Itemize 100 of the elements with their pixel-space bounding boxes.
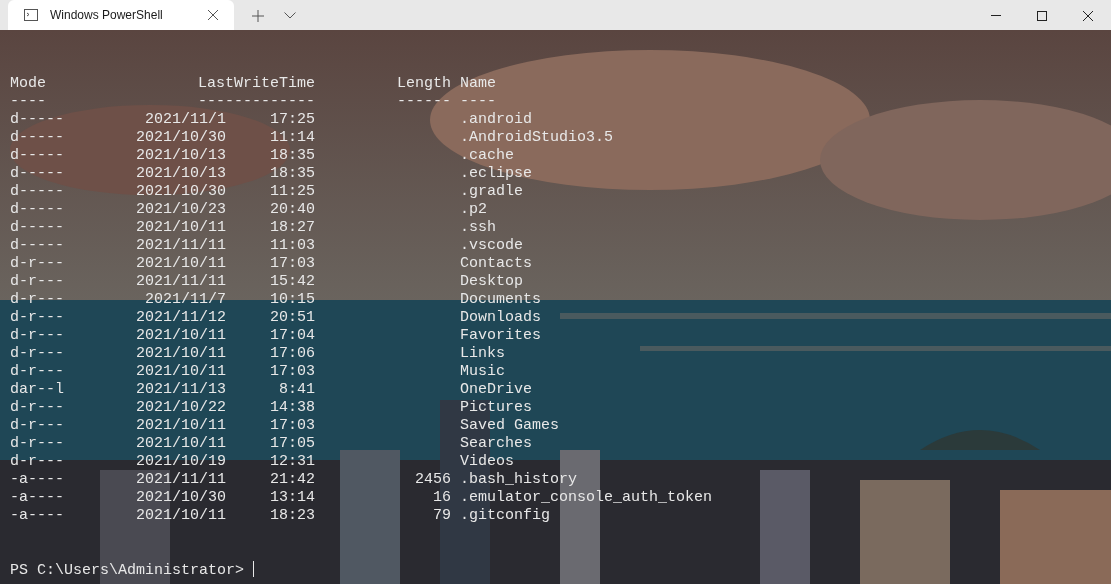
length-text: 79 xyxy=(432,507,451,525)
file-name: Documents xyxy=(460,291,542,309)
time-text: 11:03 xyxy=(269,237,315,255)
date-text: 2021/11/1 xyxy=(144,111,226,129)
minimize-icon xyxy=(991,15,1001,17)
date-text: 2021/11/12 xyxy=(135,309,226,327)
date-text: 2021/11/11 xyxy=(135,273,226,291)
file-name: .android xyxy=(460,111,533,129)
mode-text: d-r--- xyxy=(10,399,65,417)
tab[interactable]: Windows PowerShell xyxy=(8,0,234,30)
file-name: .gitconfig xyxy=(460,507,551,525)
file-name: .AndroidStudio3.5 xyxy=(460,129,615,147)
column-header: Mode xyxy=(10,75,47,93)
mode-text: d-r--- xyxy=(10,345,65,363)
date-text: 2021/11/7 xyxy=(144,291,226,309)
mode-text: d-r--- xyxy=(10,417,65,435)
file-name: .p2 xyxy=(460,201,488,219)
length-text: 16 xyxy=(432,489,451,507)
date-text: 2021/10/30 xyxy=(135,183,226,201)
date-text: 2021/10/11 xyxy=(135,255,226,273)
date-text: 2021/10/30 xyxy=(135,489,226,507)
mode-text: -a---- xyxy=(10,507,65,525)
file-name: Music xyxy=(460,363,506,381)
date-text: 2021/10/13 xyxy=(135,165,226,183)
terminal-icon xyxy=(24,9,38,21)
text-cursor xyxy=(253,561,255,577)
time-text: 8:41 xyxy=(278,381,315,399)
file-name: Videos xyxy=(460,453,515,471)
mode-text: d-r--- xyxy=(10,255,65,273)
time-text: 18:35 xyxy=(269,147,315,165)
time-text: 17:05 xyxy=(269,435,315,453)
time-text: 20:51 xyxy=(269,309,315,327)
mode-text: dar--l xyxy=(10,381,65,399)
time-text: 17:03 xyxy=(269,363,315,381)
file-name: Saved Games xyxy=(460,417,561,435)
file-name: .bash_history xyxy=(460,471,579,489)
mode-text: d-r--- xyxy=(10,327,65,345)
time-text: 11:14 xyxy=(269,129,315,147)
mode-text: d-r--- xyxy=(10,363,65,381)
header-underline: ------------- xyxy=(196,93,315,111)
file-name: .ssh xyxy=(460,219,497,237)
mode-text: d----- xyxy=(10,237,65,255)
mode-text: d-r--- xyxy=(10,453,65,471)
length-text: 2456 xyxy=(414,471,451,489)
date-text: 2021/10/11 xyxy=(135,345,226,363)
time-text: 17:03 xyxy=(269,417,315,435)
column-header: Length xyxy=(396,75,451,93)
date-text: 2021/10/13 xyxy=(135,147,226,165)
mode-text: -a---- xyxy=(10,471,65,489)
date-text: 2021/10/23 xyxy=(135,201,226,219)
file-name: .eclipse xyxy=(460,165,533,183)
time-text: 18:23 xyxy=(269,507,315,525)
mode-text: d----- xyxy=(10,111,65,129)
mode-text: d-r--- xyxy=(10,435,65,453)
column-header: LastWriteTime xyxy=(196,75,315,93)
close-icon[interactable] xyxy=(208,10,218,20)
header-underline: ---- xyxy=(10,93,47,111)
date-text: 2021/11/13 xyxy=(135,381,226,399)
time-text: 15:42 xyxy=(269,273,315,291)
mode-text: d----- xyxy=(10,129,65,147)
mode-text: -a---- xyxy=(10,489,65,507)
time-text: 14:38 xyxy=(269,399,315,417)
date-text: 2021/10/11 xyxy=(135,417,226,435)
file-name: .cache xyxy=(460,147,515,165)
file-name: Desktop xyxy=(460,273,524,291)
mode-text: d-r--- xyxy=(10,291,65,309)
chevron-down-icon xyxy=(284,12,296,20)
header-underline: ------ xyxy=(396,93,451,111)
mode-text: d----- xyxy=(10,183,65,201)
time-text: 11:25 xyxy=(269,183,315,201)
file-name: Downloads xyxy=(460,309,542,327)
mode-text: d-r--- xyxy=(10,273,65,291)
time-text: 17:03 xyxy=(269,255,315,273)
date-text: 2021/10/11 xyxy=(135,219,226,237)
time-text: 18:35 xyxy=(269,165,315,183)
file-name: OneDrive xyxy=(460,381,533,399)
time-text: 17:25 xyxy=(269,111,315,129)
file-name: Favorites xyxy=(460,327,542,345)
date-text: 2021/10/19 xyxy=(135,453,226,471)
time-text: 10:15 xyxy=(269,291,315,309)
date-text: 2021/10/22 xyxy=(135,399,226,417)
mode-text: d----- xyxy=(10,219,65,237)
prompt-text: PS C:\Users\Administrator> xyxy=(10,562,245,579)
header-underline: ---- xyxy=(460,93,497,111)
date-text: 2021/10/11 xyxy=(135,507,226,525)
file-name: Pictures xyxy=(460,399,533,417)
close-icon xyxy=(1083,10,1093,21)
column-header: Name xyxy=(460,75,497,93)
time-text: 21:42 xyxy=(269,471,315,489)
mode-text: d----- xyxy=(10,201,65,219)
date-text: 2021/10/30 xyxy=(135,129,226,147)
mode-text: d----- xyxy=(10,147,65,165)
mode-text: d-r--- xyxy=(10,309,65,327)
file-name: .vscode xyxy=(460,237,524,255)
mode-text: d----- xyxy=(10,165,65,183)
date-text: 2021/10/11 xyxy=(135,327,226,345)
date-text: 2021/10/11 xyxy=(135,435,226,453)
time-text: 20:40 xyxy=(269,201,315,219)
file-name: Searches xyxy=(460,435,533,453)
file-name: .emulator_console_auth_token xyxy=(460,489,714,507)
